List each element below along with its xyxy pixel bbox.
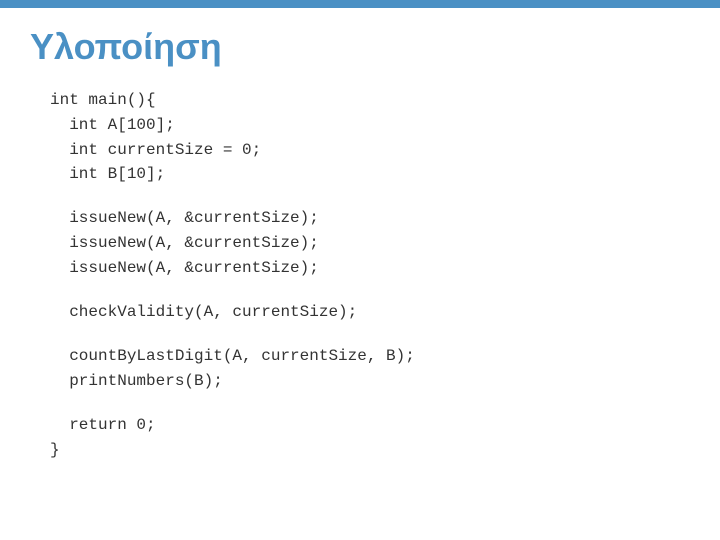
title-area: Υλοποίηση [0,8,720,78]
page-title: Υλοποίηση [30,26,222,67]
code-blank-line [50,325,690,344]
code-line: checkValidity(A, currentSize); [50,300,690,325]
code-line: issueNew(A, &currentSize); [50,231,690,256]
code-line: issueNew(A, &currentSize); [50,256,690,281]
code-line: int B[10]; [50,162,690,187]
code-blank-line [50,281,690,300]
code-line: int currentSize = 0; [50,138,690,163]
code-line: int A[100]; [50,113,690,138]
code-blank-line [50,187,690,206]
code-line: } [50,438,690,463]
code-block: int main(){ int A[100]; int currentSize … [0,78,720,472]
accent-bar [0,0,720,8]
code-blank-line [50,394,690,413]
code-line: countByLastDigit(A, currentSize, B); [50,344,690,369]
code-line: issueNew(A, &currentSize); [50,206,690,231]
code-line: return 0; [50,413,690,438]
code-line: int main(){ [50,88,690,113]
code-line: printNumbers(B); [50,369,690,394]
